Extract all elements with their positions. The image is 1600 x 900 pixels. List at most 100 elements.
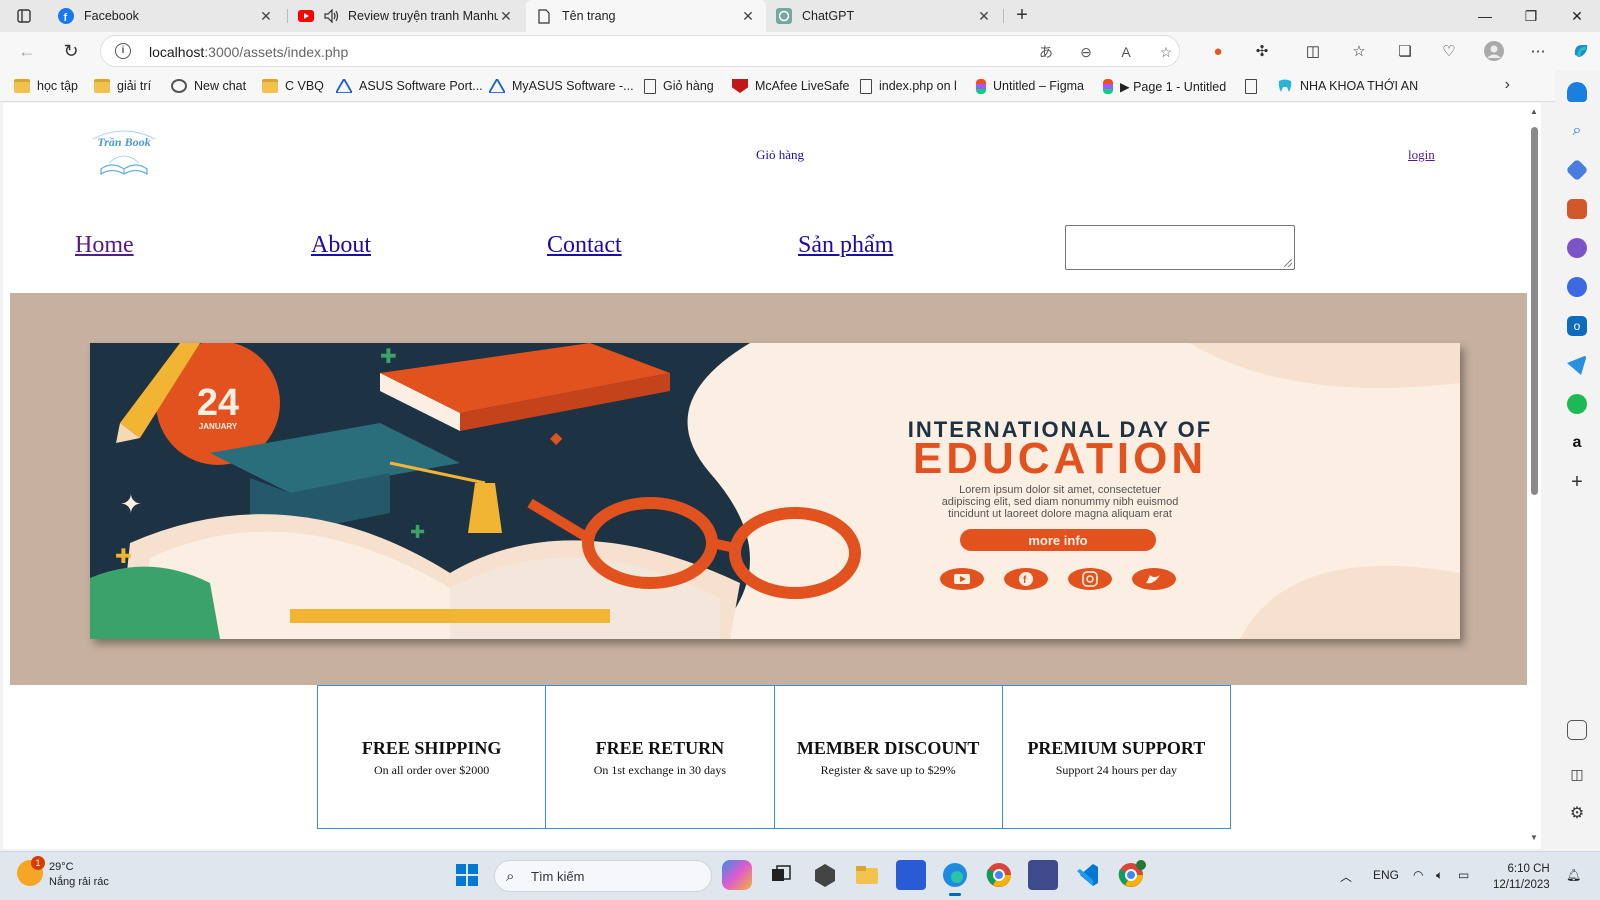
send-drop-icon[interactable]: [1567, 355, 1587, 375]
tab-youtube[interactable]: Review truyện tranh Manhua ✕: [288, 0, 524, 32]
bookmark-index-php[interactable]: index.php on l: [860, 76, 957, 96]
bookmark-asus-portal[interactable]: ASUS Software Port...: [336, 76, 483, 96]
bookmark-new-chat[interactable]: New chat: [171, 76, 246, 96]
speaker-icon[interactable]: [324, 8, 340, 24]
zoom-out-icon[interactable]: ⊖: [1076, 43, 1096, 61]
bookmark-mcafee[interactable]: McAfee LiveSafe: [732, 76, 850, 96]
bookmark-nha-khoa[interactable]: NHA KHOA THỚI AN: [1277, 76, 1418, 96]
extension-icon[interactable]: ●: [1207, 41, 1229, 63]
translate-icon[interactable]: あ: [1036, 43, 1056, 61]
more-menu-icon[interactable]: ⋯: [1527, 41, 1549, 63]
scroll-up-arrow-icon[interactable]: ▲: [1529, 107, 1539, 116]
battery-icon[interactable]: ▭: [1458, 868, 1469, 882]
bookmark-figma-untitled[interactable]: Untitled – Figma: [973, 76, 1084, 96]
weather-widget[interactable]: 1 29°C Nắng rải rác: [17, 856, 109, 890]
clock[interactable]: 6:10 CH 12/11/2023: [1493, 861, 1550, 893]
editor-app-icon[interactable]: [896, 860, 926, 890]
extensions-puzzle-icon[interactable]: ✣: [1251, 41, 1273, 63]
facebook-social-icon[interactable]: f: [1004, 568, 1048, 590]
scrollbar-thumb[interactable]: [1531, 127, 1538, 495]
taskbar-search-box[interactable]: ⌕ Tìm kiếm: [494, 860, 712, 892]
chrome-profile-icon[interactable]: [1116, 860, 1146, 890]
games-chess-icon[interactable]: [1567, 238, 1587, 258]
notification-bell-icon[interactable]: 🔔︎: [1566, 868, 1581, 882]
sidebar-settings-gear-icon[interactable]: ⚙: [1567, 803, 1587, 823]
close-window-button[interactable]: ✕: [1554, 0, 1600, 32]
resize-grip-icon[interactable]: [1284, 259, 1292, 267]
search-textarea[interactable]: [1065, 225, 1295, 270]
volume-icon[interactable]: 🔈︎: [1436, 868, 1443, 883]
windows-start-icon[interactable]: [452, 860, 482, 890]
bookmark-giai-tri[interactable]: giải trí: [94, 76, 151, 96]
tab-close-button[interactable]: ✕: [258, 8, 274, 25]
split-screen-icon[interactable]: ◫: [1302, 41, 1324, 63]
scroll-down-arrow-icon[interactable]: ▼: [1529, 833, 1539, 842]
chrome-icon[interactable]: [984, 860, 1014, 890]
language-indicator[interactable]: ENG: [1373, 868, 1399, 882]
vscode-icon[interactable]: [1072, 860, 1102, 890]
notifications-bell-icon[interactable]: [1567, 82, 1587, 102]
spotify-icon[interactable]: [1567, 394, 1587, 414]
nav-contact[interactable]: Contact: [547, 232, 622, 259]
page-scrollbar[interactable]: ▲ ▼: [1527, 103, 1541, 849]
cart-link[interactable]: Giỏ hàng: [756, 147, 804, 163]
profile-avatar[interactable]: [1483, 41, 1505, 63]
bookmark-c-vbq[interactable]: C VBQ: [262, 76, 324, 96]
browser-essentials-icon[interactable]: ♡: [1438, 41, 1460, 63]
back-button[interactable]: ←: [14, 39, 40, 63]
site-logo[interactable]: Trần Book: [89, 129, 159, 177]
favorites-icon[interactable]: ☆: [1348, 41, 1370, 63]
nav-san-pham[interactable]: Sản phẩm: [798, 232, 893, 259]
unity-app-icon[interactable]: [810, 860, 840, 890]
file-explorer-icon[interactable]: [852, 860, 882, 890]
refresh-button[interactable]: ↻: [58, 39, 84, 63]
tab-actions-button[interactable]: [8, 4, 40, 28]
edge-browser-icon[interactable]: [940, 860, 970, 896]
search-icon[interactable]: ⌕: [1567, 121, 1587, 141]
bookmark-myasus[interactable]: MyASUS Software -...: [489, 76, 634, 96]
bookmark-gio-hang[interactable]: Giỏ hàng: [644, 76, 714, 96]
tab-close-button[interactable]: ✕: [976, 8, 992, 25]
address-bar[interactable]: i localhost:3000/assets/index.php あ ⊖ A …: [100, 35, 1180, 67]
copilot-icon[interactable]: [1570, 41, 1592, 63]
tab-close-button[interactable]: ✕: [740, 8, 756, 25]
url-text[interactable]: localhost:3000/assets/index.php: [149, 44, 348, 60]
tab-close-button[interactable]: ✕: [498, 8, 514, 25]
tab-chatgpt[interactable]: ChatGPT ✕: [766, 0, 1002, 32]
screenshot-icon[interactable]: [1567, 720, 1587, 740]
bookmark-untitled-page[interactable]: [1245, 76, 1264, 96]
bookmark-hoc-tap[interactable]: học tập: [14, 76, 78, 96]
twitter-social-icon[interactable]: [1132, 568, 1176, 590]
tab-active-page[interactable]: Tên trang ✕: [526, 0, 766, 32]
devc-app-icon[interactable]: [1028, 860, 1058, 890]
collections-icon[interactable]: ❏: [1394, 41, 1416, 63]
amazon-icon[interactable]: a: [1567, 433, 1587, 453]
tray-overflow-chevron-icon[interactable]: ︿: [1340, 868, 1352, 885]
youtube-social-icon[interactable]: [940, 568, 984, 590]
microsoft365-icon[interactable]: [1567, 277, 1587, 297]
tooth-icon: [1278, 79, 1292, 92]
restore-button[interactable]: ❐: [1508, 0, 1554, 32]
clock-date: 12/11/2023: [1493, 879, 1550, 891]
tools-briefcase-icon[interactable]: [1567, 199, 1587, 219]
site-info-icon[interactable]: i: [115, 43, 131, 59]
nav-about[interactable]: About: [311, 232, 371, 259]
copilot-preview-icon[interactable]: [722, 860, 752, 890]
tab-facebook[interactable]: f Facebook ✕: [48, 0, 284, 32]
instagram-social-icon[interactable]: [1068, 568, 1112, 590]
bookmark-figma-page1[interactable]: ▶ Page 1 - Untitled: [1100, 76, 1226, 96]
wifi-icon[interactable]: ◠: [1413, 868, 1423, 882]
nav-home[interactable]: Home: [75, 232, 134, 259]
bookmarks-more-chevron-icon[interactable]: ›: [1505, 76, 1510, 94]
login-link[interactable]: login: [1408, 147, 1435, 163]
hide-sidebar-icon[interactable]: ◫: [1567, 764, 1587, 784]
outlook-icon[interactable]: o: [1567, 316, 1587, 336]
education-banner[interactable]: 24 JANUARY ✦ ✚ ✚ ◆ ✚ INTERNATIONAL DAY O…: [90, 343, 1460, 639]
add-sidebar-app-icon[interactable]: +: [1567, 471, 1587, 493]
minimize-button[interactable]: —: [1462, 0, 1508, 32]
shopping-tag-icon[interactable]: [1565, 158, 1589, 182]
favorite-star-icon[interactable]: ☆: [1156, 43, 1176, 61]
task-view-icon[interactable]: [766, 860, 796, 890]
new-tab-button[interactable]: +: [1010, 4, 1034, 28]
read-aloud-icon[interactable]: A: [1116, 43, 1136, 61]
